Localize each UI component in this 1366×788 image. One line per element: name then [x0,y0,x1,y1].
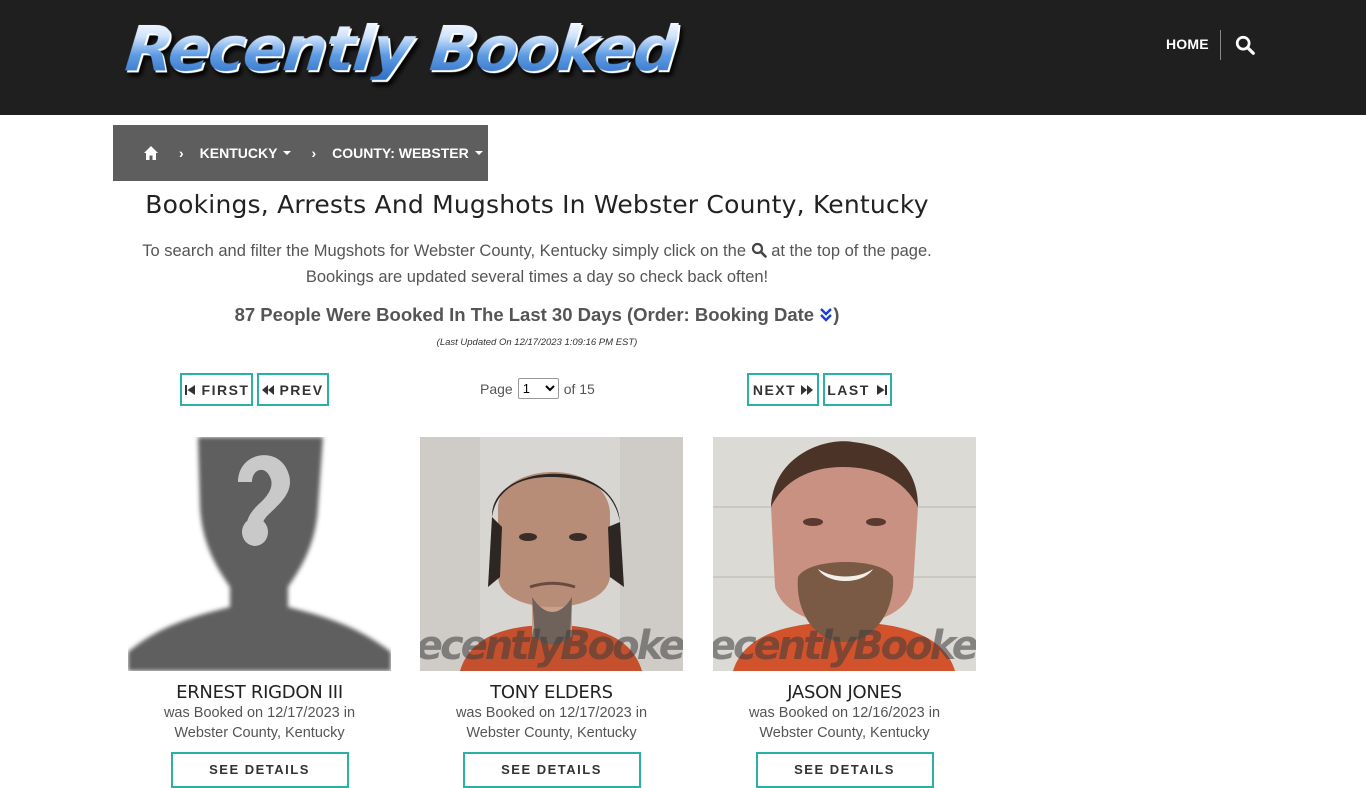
intro-text: To search and filter the Mugshots for We… [113,238,961,290]
booking-card: RecentlyBooked.com TONY ELDERS was Booke… [420,437,683,788]
booking-count: 87 People Were Booked In The Last 30 Day… [113,304,961,326]
unknown-person-photo[interactable] [128,437,391,671]
see-details-button[interactable]: SEE DETAILS [462,752,641,788]
page-total-label: of 15 [563,380,595,397]
site-header: Recently Booked HOME [0,0,1366,115]
breadcrumb-state-label: KENTUCKY [199,145,278,161]
booking-card: ERNEST RIGDON III was Booked on 12/17/20… [128,437,391,788]
chevron-right-icon: › [311,145,317,161]
watermark-text: RecentlyBooked.com [713,623,976,669]
chevron-right-icon: › [179,145,184,161]
breadcrumb: › KENTUCKY › COUNTY: WEBSTER [113,125,488,181]
last-page-button[interactable]: LAST [823,373,892,406]
skip-last-icon [876,384,887,395]
breadcrumb-state-dropdown[interactable]: KENTUCKY [200,145,292,161]
search-icon[interactable] [1234,34,1256,56]
person-name[interactable]: TONY ELDERS [420,682,683,703]
booking-date: was Booked on 12/17/2023 in [455,705,648,721]
skip-first-icon [184,384,195,395]
rewind-icon [262,384,275,395]
booking-count-text: 87 People Were Booked In The Last 30 Day… [234,304,815,325]
booking-count-close: ) [833,304,840,325]
page-selector: Page 1 of 15 [480,378,595,399]
prev-page-button[interactable]: PREV [257,373,329,406]
breadcrumb-county-label: COUNTY: WEBSTER [332,145,469,161]
booking-location: Webster County, Kentucky [759,725,930,741]
first-page-label: FIRST [201,381,250,398]
caret-down-icon [474,151,483,155]
intro-text-after: at the top of the page. [771,242,932,260]
caret-down-icon [283,151,292,155]
booking-date: was Booked on 12/17/2023 in [163,705,356,721]
nav-home-link[interactable]: HOME [1166,36,1209,52]
first-page-button[interactable]: FIRST [180,373,253,406]
site-logo[interactable]: Recently Booked [122,12,680,85]
last-page-label: LAST [827,381,870,398]
watermark-text: RecentlyBooked.com [420,623,683,669]
person-name[interactable]: JASON JONES [713,682,976,703]
page-select[interactable]: 1 [517,378,559,399]
booking-location: Webster County, Kentucky [466,725,637,741]
intro-text-before: To search and filter the Mugshots for We… [142,242,746,260]
breadcrumb-county-dropdown[interactable]: COUNTY: WEBSTER [332,145,483,161]
mugshot-photo[interactable]: RecentlyBooked.com [713,437,976,671]
home-icon[interactable] [143,145,159,161]
booking-card: RecentlyBooked.com JASON JONES was Booke… [713,437,976,788]
booking-info: was Booked on 12/17/2023 in Webster Coun… [420,703,683,743]
booking-info: was Booked on 12/16/2023 in Webster Coun… [713,703,976,743]
nav-divider [1220,30,1221,60]
next-page-label: NEXT [752,381,797,398]
intro-text-line2: Bookings are updated several times a day… [305,268,769,286]
fast-forward-icon [801,384,814,395]
mugshot-photo[interactable]: RecentlyBooked.com [420,437,683,671]
prev-page-label: PREV [279,381,324,398]
booking-date: was Booked on 12/16/2023 in [748,705,941,721]
next-page-button[interactable]: NEXT [747,373,819,406]
page-title: Bookings, Arrests And Mugshots In Webste… [145,190,929,219]
sort-order-icon[interactable] [819,307,833,323]
silhouette-placeholder-image [128,437,391,671]
search-icon [751,242,767,258]
person-name[interactable]: ERNEST RIGDON III [128,682,391,703]
page-label: Page [480,380,513,397]
last-updated: (Last Updated On 12/17/2023 1:09:16 PM E… [436,337,638,348]
see-details-button[interactable]: SEE DETAILS [755,752,934,788]
booking-location: Webster County, Kentucky [174,725,345,741]
booking-info: was Booked on 12/17/2023 in Webster Coun… [128,703,391,743]
see-details-button[interactable]: SEE DETAILS [170,752,349,788]
